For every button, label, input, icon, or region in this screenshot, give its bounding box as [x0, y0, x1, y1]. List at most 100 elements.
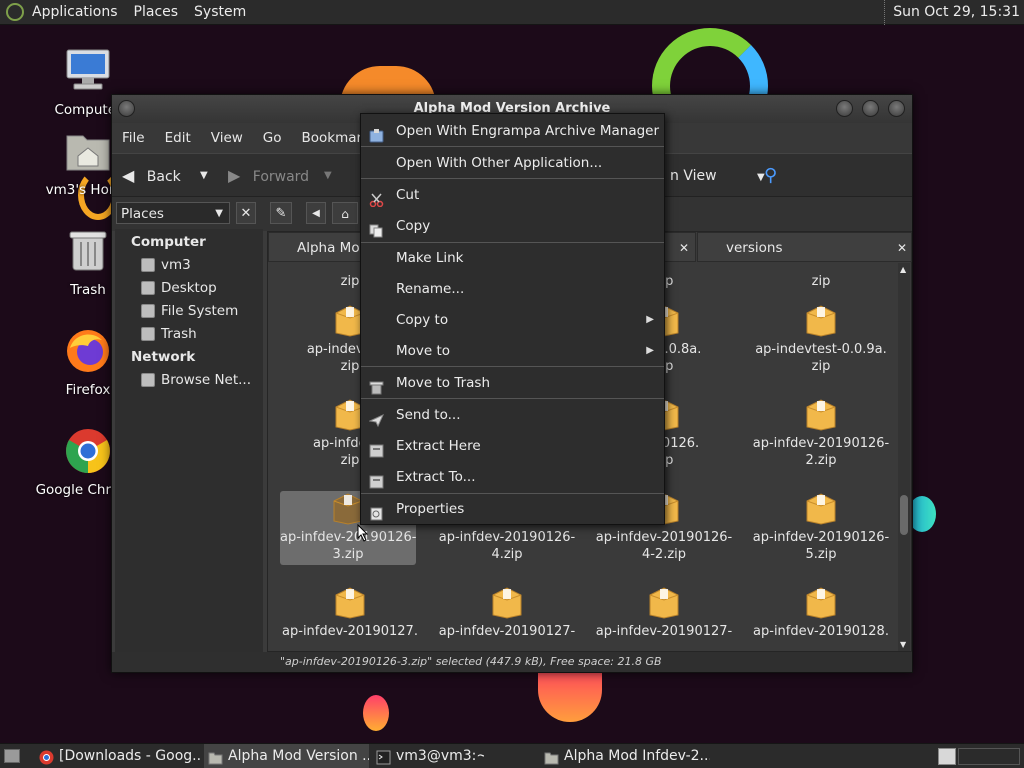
edit-location-icon[interactable]: ✎ [270, 202, 292, 224]
taskbar-button[interactable]: Alpha Mod Infdev-2... [540, 744, 710, 768]
close-sidebar-icon[interactable]: ✕ [236, 202, 256, 224]
extract-icon [369, 470, 384, 489]
menu-item-move-to[interactable]: Move to ▶ [361, 336, 664, 366]
menu-view[interactable]: View [201, 130, 253, 146]
chevron-down-icon: ▼ [215, 208, 223, 219]
places-menu[interactable]: Places [126, 0, 187, 25]
taskbar-label: Alpha Mod Version ... [228, 748, 369, 764]
close-tab-icon[interactable]: ✕ [897, 233, 907, 263]
window-menu-icon[interactable] [118, 100, 135, 117]
file-item[interactable]: ap-infdev-20190127- [437, 585, 577, 640]
path-left-arrow-icon[interactable]: ◀ [306, 202, 326, 224]
forward-history-dropdown[interactable]: ▼ [324, 154, 332, 198]
forward-button[interactable]: ▶ Forward [228, 154, 338, 198]
back-arrow-icon: ◀ [122, 166, 135, 185]
taskbar-label: vm3@vm3:~ [396, 748, 484, 764]
menu-separator [361, 146, 664, 147]
menu-item-label: Send to... [396, 407, 461, 423]
sidebar-pane-select[interactable]: Places ▼ [116, 202, 230, 224]
file-name: ap-indevtest-0.0.9a. zip [755, 342, 887, 374]
menu-item-send-to[interactable]: Send to... [361, 400, 664, 430]
back-history-dropdown[interactable]: ▼ [200, 154, 208, 198]
taskbar-button[interactable]: Alpha Mod Version ... [204, 744, 369, 768]
scroll-up-icon[interactable]: ▲ [900, 265, 906, 274]
taskbar-button[interactable]: vm3@vm3:~ [372, 744, 484, 768]
archive-manager-icon [369, 124, 384, 143]
menu-edit[interactable]: Edit [155, 130, 201, 146]
clock[interactable]: Sun Oct 29, 15:31 [884, 0, 1020, 25]
zip-archive-icon [805, 303, 837, 337]
zip-archive-icon [805, 397, 837, 431]
back-button[interactable]: ◀ Back [122, 154, 212, 198]
menu-file[interactable]: File [112, 130, 155, 146]
bottom-panel: [Downloads - Goog... Alpha Mod Version ..… [0, 743, 1024, 768]
vertical-scrollbar[interactable]: ▲ ▼ [898, 263, 910, 651]
applications-menu[interactable]: Applications [24, 0, 126, 25]
sidebar-item-browse-network[interactable]: Browse Net... [141, 372, 251, 388]
menu-item-label: Make Link [396, 250, 464, 266]
file-name: zip [811, 274, 831, 289]
menu-item-label: Move to [396, 343, 451, 359]
scrollbar-thumb[interactable] [900, 495, 908, 535]
file-item[interactable]: ap-indevtest-0.0.9a. zip [751, 303, 891, 375]
file-item[interactable]: ap-infdev-20190128. [751, 585, 891, 640]
sidebar-heading-computer: Computer [131, 234, 206, 250]
menu-item-properties[interactable]: Properties [361, 494, 664, 524]
file-name: ap-infdev-20190127- [595, 624, 733, 639]
tab-versions[interactable]: versions ✕ [697, 232, 912, 262]
mate-logo-icon[interactable] [6, 3, 24, 21]
sidebar-item-trash[interactable]: Trash [141, 326, 197, 342]
path-home-icon[interactable]: ⌂ [332, 202, 358, 224]
workspace-switcher[interactable] [938, 748, 956, 765]
close-tab-icon[interactable]: ✕ [679, 233, 689, 263]
search-icon[interactable]: ⚲ [764, 154, 777, 198]
menu-separator [361, 178, 664, 179]
menu-item-extract-to[interactable]: Extract To... [361, 462, 664, 492]
scroll-down-icon[interactable]: ▼ [900, 640, 906, 649]
menu-item-label: Open With Other Application... [396, 155, 603, 171]
zip-archive-icon [805, 491, 837, 525]
menu-item-make-link[interactable]: Make Link [361, 243, 664, 273]
menu-item-open-with-engrampa-archive-manager[interactable]: Open With Engrampa Archive Manager [361, 116, 664, 146]
menu-item-label: Copy [396, 218, 431, 234]
taskbar-button[interactable]: [Downloads - Goog... [35, 744, 200, 768]
menu-item-extract-here[interactable]: Extract Here [361, 431, 664, 461]
view-mode-dropdown[interactable]: n View ▼ [670, 154, 765, 198]
zip-archive-icon [334, 585, 366, 619]
file-name: ap-infdev-20190126- 4.zip [438, 530, 576, 562]
submenu-arrow-icon: ▶ [646, 345, 654, 356]
menu-item-cut[interactable]: Cut [361, 180, 664, 210]
file-name: ap-infdev-20190127- [438, 624, 576, 639]
menu-item-open-with-other-application[interactable]: Open With Other Application... [361, 148, 664, 178]
file-item[interactable]: ap-infdev-20190126- 5.zip [751, 491, 891, 563]
menu-item-rename[interactable]: Rename... [361, 274, 664, 304]
mouse-cursor-icon [357, 524, 369, 542]
computer-icon [66, 49, 110, 90]
file-name: ap-infdev-20190126- 2.zip [752, 436, 890, 468]
maximize-icon[interactable] [862, 100, 879, 117]
chrome-icon [66, 429, 110, 473]
file-item[interactable]: zip [751, 263, 891, 290]
file-item[interactable]: ap-infdev-20190126- 2.zip [751, 397, 891, 469]
menu-item-label: Extract To... [396, 469, 476, 485]
forward-arrow-icon: ▶ [228, 166, 241, 185]
sidebar-item-vm3[interactable]: vm3 [141, 257, 191, 273]
wallpaper-blob-small [363, 695, 389, 731]
sidebar-item-desktop[interactable]: Desktop [141, 280, 217, 296]
show-desktop-icon[interactable] [4, 749, 20, 763]
close-icon[interactable] [888, 100, 905, 117]
menu-item-copy[interactable]: Copy [361, 211, 664, 241]
file-item[interactable]: ap-infdev-20190127. [280, 585, 420, 640]
menu-item-move-to-trash[interactable]: Move to Trash [361, 368, 664, 398]
menu-item-copy-to[interactable]: Copy to ▶ [361, 305, 664, 335]
folder-icon [208, 749, 223, 765]
sidebar-item-file-system[interactable]: File System [141, 303, 238, 319]
workspace-switcher-2[interactable] [958, 748, 1020, 765]
minimize-icon[interactable] [836, 100, 853, 117]
system-menu[interactable]: System [186, 0, 254, 25]
places-sidebar: Computer vm3 Desktop File System Trash N… [115, 229, 263, 671]
taskbar-label: [Downloads - Goog... [59, 748, 200, 764]
menu-go[interactable]: Go [253, 130, 292, 146]
file-item[interactable]: ap-infdev-20190127- [594, 585, 734, 640]
trash-icon [369, 376, 384, 395]
